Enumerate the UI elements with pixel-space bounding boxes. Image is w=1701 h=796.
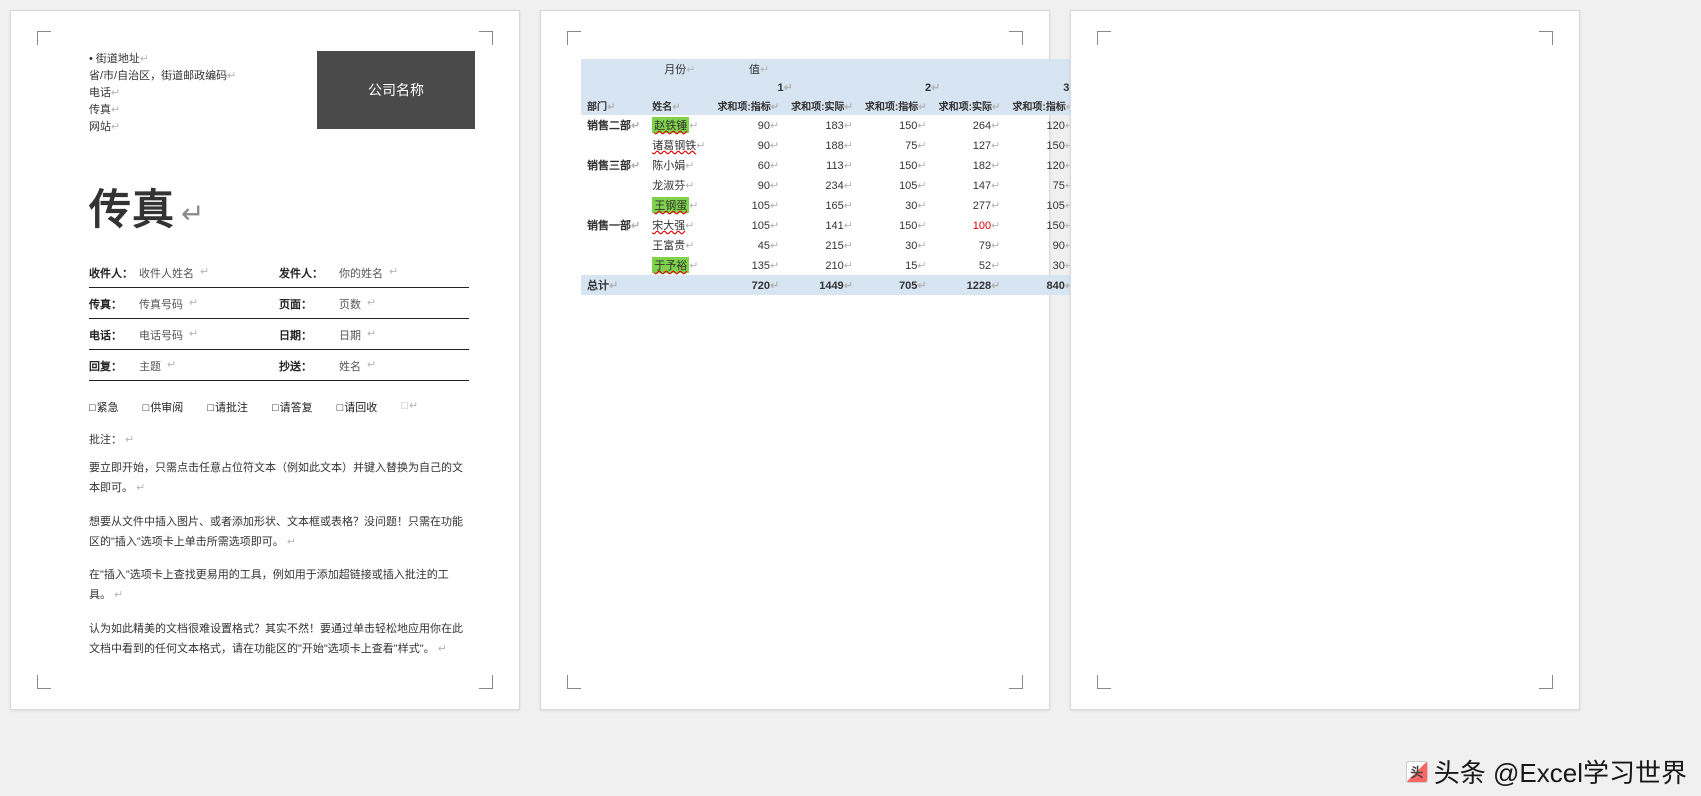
crop-mark [1539, 675, 1553, 689]
field-label-from: 发件人： [279, 265, 333, 281]
crop-mark [479, 675, 493, 689]
total-v2: 705 [899, 280, 917, 292]
col-actual-2: 求和项:实际 [939, 102, 992, 113]
table-row[interactable]: 龙淑芬↵90↵234↵105↵147↵75↵ [581, 175, 1135, 195]
col-target-1: 求和项:指标 [717, 102, 770, 113]
header-value: 值 [749, 64, 760, 76]
total-label: 总计 [587, 280, 609, 292]
total-v1: 1449 [819, 280, 843, 292]
crop-mark [37, 675, 51, 689]
pivot-table[interactable]: 月份↵ 值↵ 1↵ 2↵ 3↵ 部门↵ 姓名↵ 求和项:指标↵ 求和项:实际↵ … [581, 59, 1135, 295]
body-paragraph[interactable]: 认为如此精美的文档很难设置格式？其实不然！要通过单击轻松地应用你在此文档中看到的… [89, 620, 469, 660]
total-v3: 1228 [967, 280, 991, 292]
toutiao-icon: 头 [1406, 761, 1428, 783]
paragraph-mark-icon: ↵ [181, 198, 205, 229]
checkbox-item[interactable]: 请回收 [337, 399, 378, 415]
word-print-layout: 公司名称 街道地址↵ 省/市/自治区，街道邮政编码↵ 电话↵ 传真↵ 网站↵ 传… [0, 0, 1701, 796]
checkbox-item[interactable]: 供审阅 [143, 399, 184, 415]
col-target-2: 求和项:指标 [865, 102, 918, 113]
body-paragraph[interactable]: 要立即开始，只需点击任意占位符文本（例如此文本）并键入替换为自己的文本即可。 ↵ [89, 459, 469, 499]
body-paragraph[interactable]: 想要从文件中插入图片、或者添加形状、文本框或表格？没问题！只需在功能区的"插入"… [89, 513, 469, 553]
comments-block[interactable]: 批注： ↵ 要立即开始，只需点击任意占位符文本（例如此文本）并键入替换为自己的文… [89, 431, 469, 659]
field-label-date: 日期： [279, 327, 333, 343]
table-row[interactable]: 于予裕↵135↵210↵15↵52↵30↵2 [581, 255, 1135, 275]
checkbox-item[interactable]: 请答复 [272, 399, 313, 415]
crop-mark [1097, 675, 1111, 689]
checkbox-item[interactable]: 紧急 [89, 399, 119, 415]
fax-fields[interactable]: 收件人：收件人姓名↵ 发件人：你的姓名↵ 传真：传真号码↵ 页面：页数↵ 电话：… [89, 263, 469, 415]
total-v0: 720 [752, 280, 770, 292]
field-value-fax[interactable]: 传真号码 [139, 296, 183, 312]
body-paragraph[interactable]: 在"插入"选项卡上查找更易用的工具，例如用于添加超链接或插入批注的工具。 ↵ [89, 566, 469, 606]
checkbox-item[interactable]: 请批注 [207, 399, 248, 415]
crop-mark [567, 31, 581, 45]
table-row[interactable]: 销售三部↵陈小娟↵60↵113↵150↵182↵120↵ [581, 155, 1135, 175]
table-row[interactable]: 王钢蛋↵105↵165↵30↵277↵105↵1 [581, 195, 1135, 215]
header-month: 月份 [664, 64, 686, 76]
field-label-fax: 传真： [89, 296, 133, 312]
page-2: 月份↵ 值↵ 1↵ 2↵ 3↵ 部门↵ 姓名↵ 求和项:指标↵ 求和项:实际↵ … [540, 10, 1050, 710]
table-row[interactable]: 销售一部↵宋大强↵105↵141↵150↵100↵150↵2 [581, 215, 1135, 235]
fax-title[interactable]: 传真↵ [89, 176, 469, 237]
pivot-measure-row: 部门↵ 姓名↵ 求和项:指标↵ 求和项:实际↵ 求和项:指标↵ 求和项:实际↵ … [581, 96, 1135, 115]
field-label-re: 回复： [89, 358, 133, 374]
col-actual-1: 求和项:实际 [791, 102, 844, 113]
crop-mark [1097, 31, 1111, 45]
address-city: 省/市/自治区，街道邮政编码 [89, 70, 227, 82]
table-row[interactable]: 诸葛钢铁↵90↵188↵75↵127↵150↵ [581, 135, 1135, 155]
address-fax: 传真 [89, 104, 111, 116]
table-row[interactable]: 王富贵↵45↵215↵30↵79↵90↵ [581, 235, 1135, 255]
pivot-total-row: 总计↵ 720↵ 1449↵ 705↵ 1228↵ 840↵ 12 [581, 275, 1135, 295]
field-label-pages: 页面： [279, 296, 333, 312]
address-street: 街道地址 [96, 53, 140, 65]
field-value-cc[interactable]: 姓名 [339, 358, 361, 374]
field-value-phone[interactable]: 电话号码 [139, 327, 183, 343]
field-value-from[interactable]: 你的姓名 [339, 265, 383, 281]
col-name: 姓名 [652, 102, 672, 113]
col-dept: 部门 [587, 102, 607, 113]
total-v4: 840 [1047, 280, 1065, 292]
table-row[interactable]: 销售二部↵赵铁锤↵90↵183↵150↵264↵120↵1 [581, 115, 1135, 135]
field-value-date[interactable]: 日期 [339, 327, 361, 343]
field-value-to[interactable]: 收件人姓名 [139, 265, 194, 281]
comments-label: 批注： [89, 434, 122, 446]
fax-title-text: 传真 [89, 186, 175, 233]
crop-mark [1539, 31, 1553, 45]
checkbox-row[interactable]: 紧急供审阅请批注请答复请回收↵ [89, 391, 469, 415]
page-3 [1070, 10, 1580, 710]
address-phone: 电话 [89, 87, 111, 99]
crop-mark [567, 675, 581, 689]
watermark-text: 头条 @Excel学习世界 [1434, 753, 1687, 790]
crop-mark [1009, 675, 1023, 689]
field-value-re[interactable]: 主题 [139, 358, 161, 374]
page-1: 公司名称 街道地址↵ 省/市/自治区，街道邮政编码↵ 电话↵ 传真↵ 网站↵ 传… [10, 10, 520, 710]
company-name-block[interactable]: 公司名称 [317, 51, 475, 129]
field-label-to: 收件人： [89, 265, 133, 281]
address-web: 网站 [89, 121, 111, 133]
pivot-month-row: 1↵ 2↵ 3↵ [581, 79, 1135, 96]
crop-mark [1009, 31, 1023, 45]
field-label-phone: 电话： [89, 327, 133, 343]
crop-mark [37, 31, 51, 45]
col-target-3: 求和项:指标 [1012, 102, 1065, 113]
watermark: 头 头条 @Excel学习世界 [1406, 753, 1687, 790]
crop-mark [479, 31, 493, 45]
field-value-pages[interactable]: 页数 [339, 296, 361, 312]
field-label-cc: 抄送： [279, 358, 333, 374]
pivot-header-top: 月份↵ 值↵ [581, 59, 1135, 79]
